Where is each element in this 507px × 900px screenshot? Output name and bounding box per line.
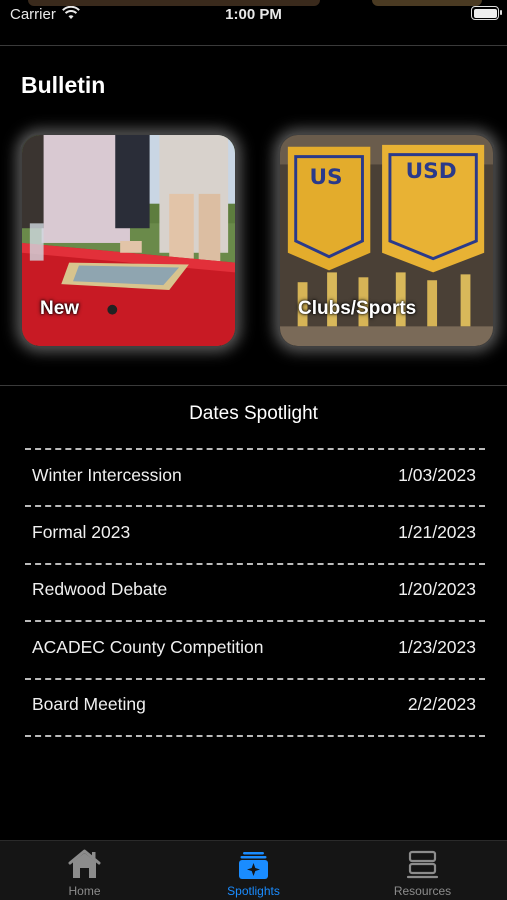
scrolled-card-edge	[372, 0, 482, 6]
event-date: 1/03/2023	[398, 465, 476, 485]
section-divider	[0, 45, 507, 46]
dashed-separator	[25, 735, 485, 737]
home-icon	[68, 849, 101, 878]
tab-label: Spotlights	[227, 884, 280, 898]
event-date: 1/23/2023	[398, 637, 476, 657]
event-name: Formal 2023	[32, 522, 131, 542]
bulletin-card-label: Clubs/Sports	[298, 298, 417, 319]
event-date: 2/2/2023	[407, 694, 476, 714]
tab-resources[interactable]: Resources	[338, 841, 507, 900]
tab-label: Home	[68, 884, 101, 898]
svg-text:US: US	[309, 165, 342, 190]
dashed-separator	[25, 678, 485, 680]
bulletin-card-label: New	[40, 298, 80, 319]
spotlights-icon	[239, 852, 268, 879]
event-name: ACADEC County Competition	[32, 637, 264, 657]
clock: 1:00 PM	[225, 6, 282, 23]
dashed-separator	[25, 563, 485, 565]
event-date: 1/21/2023	[398, 522, 476, 542]
resources-icon	[406, 850, 439, 879]
section-divider	[0, 385, 507, 386]
tab-spotlights[interactable]: Spotlights	[169, 841, 338, 900]
bulletin-title: Bulletin	[21, 72, 106, 98]
scrolled-card-edge	[28, 0, 320, 6]
tab-home[interactable]: Home	[0, 841, 169, 900]
battery-icon	[471, 6, 502, 20]
event-name: Redwood Debate	[32, 579, 168, 599]
event-name: Board Meeting	[32, 694, 146, 714]
tab-bar: Home Spotlights Resources	[0, 840, 507, 900]
event-date: 1/20/2023	[398, 579, 476, 599]
svg-text:USD: USD	[406, 159, 457, 184]
bulletin-card-new[interactable]: New	[20, 133, 237, 348]
event-name: Winter Intercession	[32, 465, 182, 485]
dashed-separator	[25, 448, 485, 450]
dates-spotlight-title: Dates Spotlight	[189, 403, 318, 424]
dashed-separator	[25, 620, 485, 622]
dashed-separator	[25, 505, 485, 507]
bulletin-card-clubs-sports[interactable]: US USD Clubs/Sports	[278, 133, 495, 348]
tab-label: Resources	[393, 884, 452, 898]
